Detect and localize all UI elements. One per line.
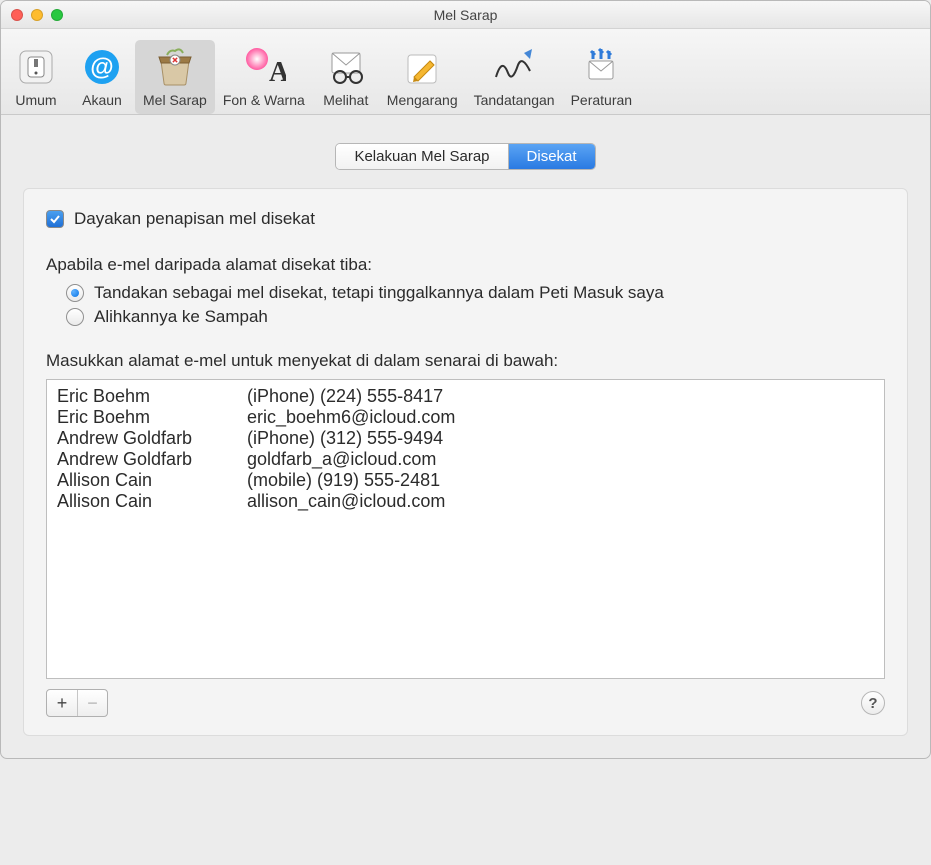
list-item-contact: goldfarb_a@icloud.com	[247, 449, 874, 470]
list-item-name: Andrew Goldfarb	[57, 449, 247, 470]
enable-blocked-filter-checkbox[interactable]	[46, 210, 64, 228]
list-item-name: Eric Boehm	[57, 386, 247, 407]
list-item-contact: (mobile) (919) 555-2481	[247, 470, 874, 491]
compose-icon	[397, 44, 447, 90]
list-item-contact: eric_boehm6@icloud.com	[247, 407, 874, 428]
window-title: Mel Sarap	[1, 7, 930, 23]
list-item-name: Allison Cain	[57, 470, 247, 491]
blocked-addresses-list[interactable]: Eric Boehm (iPhone) (224) 555-8417 Eric …	[46, 379, 885, 679]
tab-fonts[interactable]: A Fon & Warna	[215, 40, 313, 114]
subtab-blocked[interactable]: Disekat	[509, 144, 595, 169]
preferences-window: Mel Sarap Umum @ Akaun	[0, 0, 931, 759]
list-item[interactable]: Eric Boehm (iPhone) (224) 555-8417	[57, 386, 874, 407]
when-blocked-arrives-label: Apabila e-mel daripada alamat disekat ti…	[46, 255, 885, 275]
minimize-window-button[interactable]	[31, 9, 43, 21]
viewing-icon	[321, 44, 371, 90]
switch-icon	[11, 44, 61, 90]
tab-rules-label: Peraturan	[571, 92, 632, 108]
add-remove-stepper: + −	[46, 689, 108, 717]
list-item[interactable]: Allison Cain (mobile) (919) 555-2481	[57, 470, 874, 491]
radio-mark-leave-inbox[interactable]	[66, 284, 84, 302]
radio-move-to-trash-label: Alihkannya ke Sampah	[94, 307, 268, 327]
sub-tabs: Kelakuan Mel Sarap Disekat	[335, 143, 595, 170]
tab-signatures-label: Tandatangan	[474, 92, 555, 108]
add-button[interactable]: +	[47, 690, 77, 716]
help-button[interactable]: ?	[861, 691, 885, 715]
window-controls	[1, 9, 63, 21]
blocked-action-radiogroup: Tandakan sebagai mel disekat, tetapi tin…	[66, 283, 885, 327]
radio-mark-leave-inbox-label: Tandakan sebagai mel disekat, tetapi tin…	[94, 283, 664, 303]
list-item-name: Eric Boehm	[57, 407, 247, 428]
list-item-name: Andrew Goldfarb	[57, 428, 247, 449]
rules-icon	[576, 44, 626, 90]
panel-footer: + − ?	[46, 689, 885, 717]
tab-junk-label: Mel Sarap	[143, 92, 207, 108]
tab-accounts-label: Akaun	[82, 92, 122, 108]
list-item[interactable]: Allison Cain allison_cain@icloud.com	[57, 491, 874, 512]
list-item-contact: (iPhone) (312) 555-9494	[247, 428, 874, 449]
at-icon: @	[77, 44, 127, 90]
list-item[interactable]: Eric Boehm eric_boehm6@icloud.com	[57, 407, 874, 428]
tab-fonts-label: Fon & Warna	[223, 92, 305, 108]
tab-composing[interactable]: Mengarang	[379, 40, 466, 114]
content-area: Kelakuan Mel Sarap Disekat Dayakan penap…	[1, 115, 930, 758]
fonts-colors-icon: A	[239, 44, 289, 90]
tab-general[interactable]: Umum	[3, 40, 69, 114]
tab-accounts[interactable]: @ Akaun	[69, 40, 135, 114]
list-item[interactable]: Andrew Goldfarb (iPhone) (312) 555-9494	[57, 428, 874, 449]
list-item-contact: allison_cain@icloud.com	[247, 491, 874, 512]
list-item[interactable]: Andrew Goldfarb goldfarb_a@icloud.com	[57, 449, 874, 470]
list-item-contact: (iPhone) (224) 555-8417	[247, 386, 874, 407]
remove-button[interactable]: −	[77, 690, 107, 716]
svg-text:A: A	[269, 57, 286, 88]
radio-move-to-trash[interactable]	[66, 308, 84, 326]
tab-viewing[interactable]: Melihat	[313, 40, 379, 114]
blocked-list-label: Masukkan alamat e-mel untuk menyekat di …	[46, 351, 885, 371]
svg-text:@: @	[90, 54, 113, 81]
tab-general-label: Umum	[15, 92, 56, 108]
blocked-panel: Dayakan penapisan mel disekat Apabila e-…	[23, 188, 908, 736]
titlebar: Mel Sarap	[1, 1, 930, 29]
tab-composing-label: Mengarang	[387, 92, 458, 108]
junk-bin-icon	[150, 44, 200, 90]
close-window-button[interactable]	[11, 9, 23, 21]
list-item-name: Allison Cain	[57, 491, 247, 512]
tab-rules[interactable]: Peraturan	[563, 40, 640, 114]
tab-signatures[interactable]: Tandatangan	[466, 40, 563, 114]
zoom-window-button[interactable]	[51, 9, 63, 21]
subtab-behavior[interactable]: Kelakuan Mel Sarap	[336, 144, 508, 169]
tab-viewing-label: Melihat	[323, 92, 368, 108]
tab-junk[interactable]: Mel Sarap	[135, 40, 215, 114]
preferences-toolbar: Umum @ Akaun Mel	[1, 29, 930, 115]
enable-blocked-filter-label: Dayakan penapisan mel disekat	[74, 209, 315, 229]
signature-icon	[489, 44, 539, 90]
